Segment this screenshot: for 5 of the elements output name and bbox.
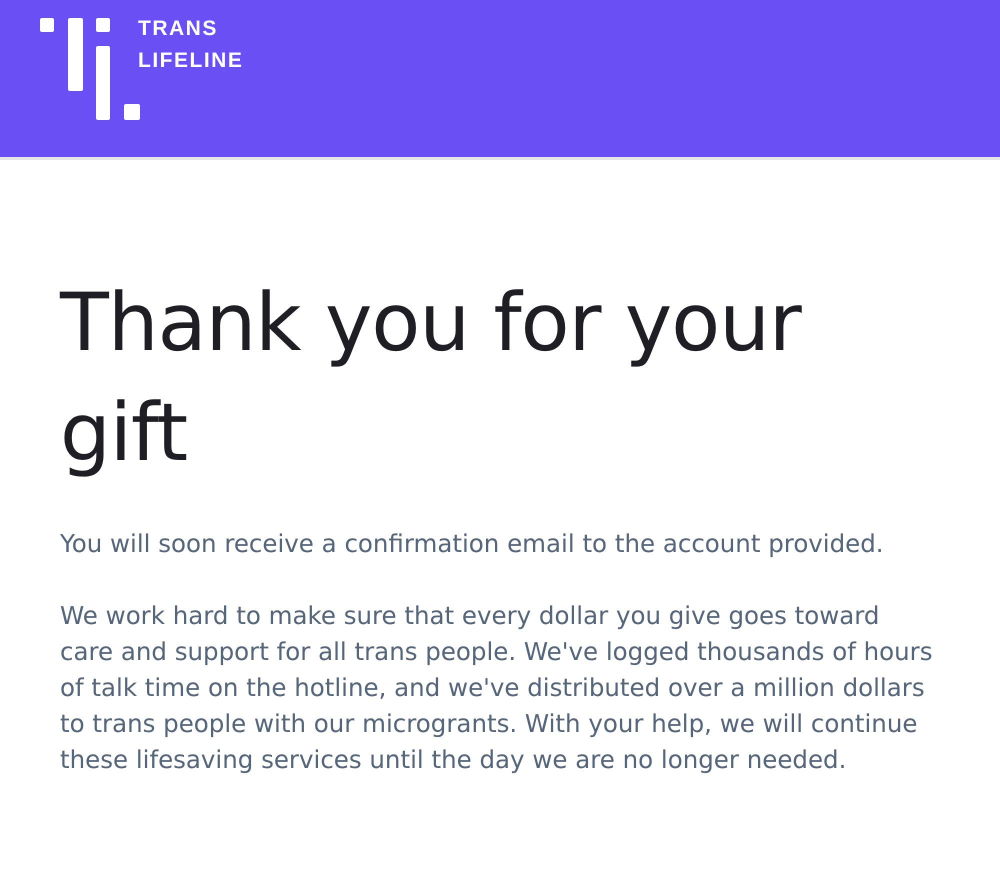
logo-text: LIFELINE [138, 49, 244, 73]
page-heading: Thank you for your gift [60, 275, 803, 481]
body-paragraph: We work hard to make sure that every dollar you give goes toward care and support for all trans people. We've logged thousands of hours of talk time on the hotline, and we've distributed over a million dollars to trans people with our microgrants. With your help, we will continue these lifesaving services until the day we are no longer needed. [60, 600, 934, 776]
body-paragraph: You will soon receive a confirmation email to the account provided. [60, 528, 885, 560]
logo-text: TRANS [138, 17, 219, 41]
